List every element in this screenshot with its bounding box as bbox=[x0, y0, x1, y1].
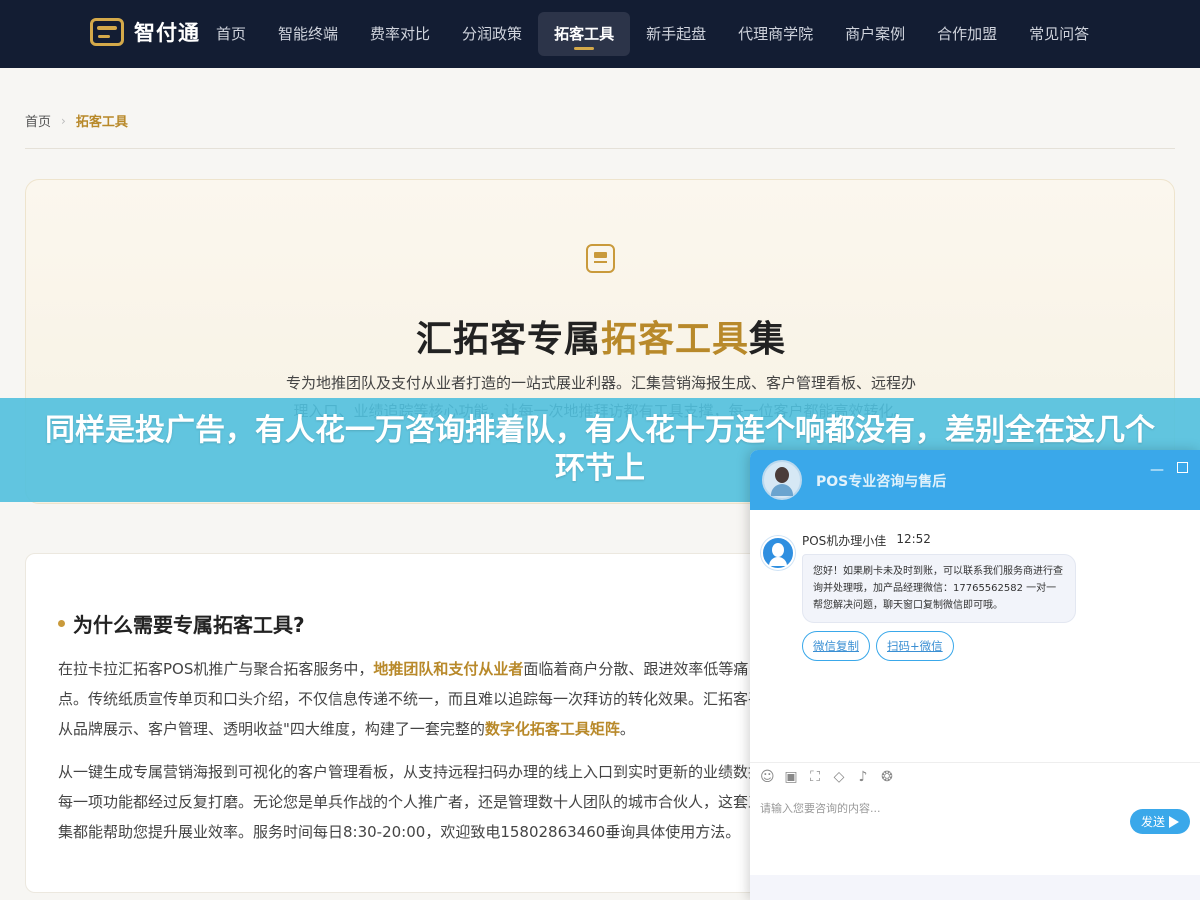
breadcrumb-current: 拓客工具 bbox=[75, 115, 128, 130]
hero-title: 汇拓客专属拓客工具集 bbox=[26, 310, 1174, 362]
message-time: 12:52 bbox=[896, 532, 931, 546]
rating-icon[interactable]: ◇ bbox=[832, 770, 846, 784]
article-heading: 为什么需要专属拓客工具? bbox=[58, 609, 305, 638]
breadcrumb-home[interactable]: 首页 bbox=[25, 111, 51, 130]
text-span: 在拉卡拉汇拓客POS机推广与聚合拓客服务中， bbox=[58, 660, 374, 678]
logo-text: 智付通 bbox=[134, 21, 200, 45]
highlight-text: 地推团队和支付从业者 bbox=[373, 660, 524, 678]
agent-message-avatar bbox=[761, 536, 795, 570]
article-paragraph: 在拉卡拉汇拓客POS机推广与聚合拓客服务中，地推团队和支付从业者面临着商户分散、… bbox=[58, 654, 778, 744]
chat-footer bbox=[750, 875, 1200, 900]
toolbox-icon bbox=[586, 244, 615, 273]
agent-name: POS机办理小佳 bbox=[802, 534, 887, 548]
chat-toolbar: ☺ ▣ ⛶ ◇ ♪ ❂ bbox=[760, 770, 894, 784]
chat-widget: POS专业咨询与售后 — POS机办理小佳 12:52 您好！如果刷卡未及时到账… bbox=[750, 450, 1200, 900]
nav-item-profit[interactable]: 分润政策 bbox=[446, 12, 538, 56]
maximize-icon[interactable] bbox=[1177, 462, 1188, 473]
minimize-icon[interactable]: — bbox=[1150, 462, 1164, 478]
chat-title: POS专业咨询与售后 bbox=[816, 474, 947, 490]
article-heading-text: 为什么需要专属拓客工具? bbox=[73, 613, 305, 637]
logo[interactable]: 智付通 bbox=[90, 17, 200, 47]
nav-item-terminals[interactable]: 智能终端 bbox=[262, 12, 354, 56]
quick-replies: 微信复制 扫码+微信 bbox=[802, 631, 954, 661]
message-bubble: 您好！如果刷卡未及时到账，可以联系我们服务商进行查询并处理哦，加产品经理微信：1… bbox=[802, 554, 1076, 623]
agent-avatar bbox=[762, 460, 802, 500]
nav-item-academy[interactable]: 代理商学院 bbox=[722, 12, 829, 56]
hero-title-part: 汇拓客专属 bbox=[415, 319, 601, 360]
nav-item-join[interactable]: 合作加盟 bbox=[921, 12, 1013, 56]
screenshot-icon[interactable]: ⛶ bbox=[808, 770, 822, 784]
nav-item-rates[interactable]: 费率对比 bbox=[354, 12, 446, 56]
nav-menu: 首页 智能终端 费率对比 分润政策 拓客工具 新手起盘 代理商学院 商户案例 合… bbox=[200, 12, 1105, 56]
send-arrow-icon bbox=[1169, 815, 1179, 828]
send-label: 发送 bbox=[1140, 815, 1165, 829]
divider bbox=[750, 762, 1200, 763]
wechat-icon[interactable]: ❂ bbox=[880, 770, 894, 784]
chat-input[interactable]: 请输入您要咨询的内容... bbox=[760, 800, 881, 816]
nav-item-tools[interactable]: 拓客工具 bbox=[538, 12, 631, 56]
nav-item-home[interactable]: 首页 bbox=[200, 12, 262, 56]
nav-item-faq[interactable]: 常见问答 bbox=[1013, 12, 1105, 56]
breadcrumb-separator: › bbox=[61, 113, 66, 128]
image-icon[interactable]: ▣ bbox=[784, 770, 798, 784]
send-button[interactable]: 发送 bbox=[1130, 809, 1190, 834]
top-nav: 智付通 首页 智能终端 费率对比 分润政策 拓客工具 新手起盘 代理商学院 商户… bbox=[0, 0, 1200, 68]
chat-header: POS专业咨询与售后 — bbox=[750, 450, 1200, 510]
hero-title-highlight: 拓客工具 bbox=[600, 319, 749, 360]
divider bbox=[25, 148, 1175, 149]
copy-wechat-button[interactable]: 微信复制 bbox=[802, 631, 870, 661]
bullet-dot-icon bbox=[58, 620, 65, 627]
nav-item-cases[interactable]: 商户案例 bbox=[829, 12, 921, 56]
scan-wechat-button[interactable]: 扫码+微信 bbox=[876, 631, 954, 661]
card-logo-icon bbox=[90, 18, 124, 46]
highlight-text: 数字化拓客工具矩阵 bbox=[484, 720, 620, 738]
sound-icon[interactable]: ♪ bbox=[856, 770, 870, 784]
text-span: 。 bbox=[619, 720, 635, 738]
hero-title-part: 集 bbox=[749, 319, 787, 360]
breadcrumb: 首页 › 拓客工具 bbox=[25, 111, 128, 131]
nav-item-starter[interactable]: 新手起盘 bbox=[630, 12, 722, 56]
emoji-icon[interactable]: ☺ bbox=[760, 770, 775, 784]
article-paragraph: 从一键生成专属营销海报到可视化的客户管理看板，从支持远程扫码办理的线上入口到实时… bbox=[58, 763, 779, 841]
message-meta: POS机办理小佳 12:52 bbox=[802, 532, 931, 549]
